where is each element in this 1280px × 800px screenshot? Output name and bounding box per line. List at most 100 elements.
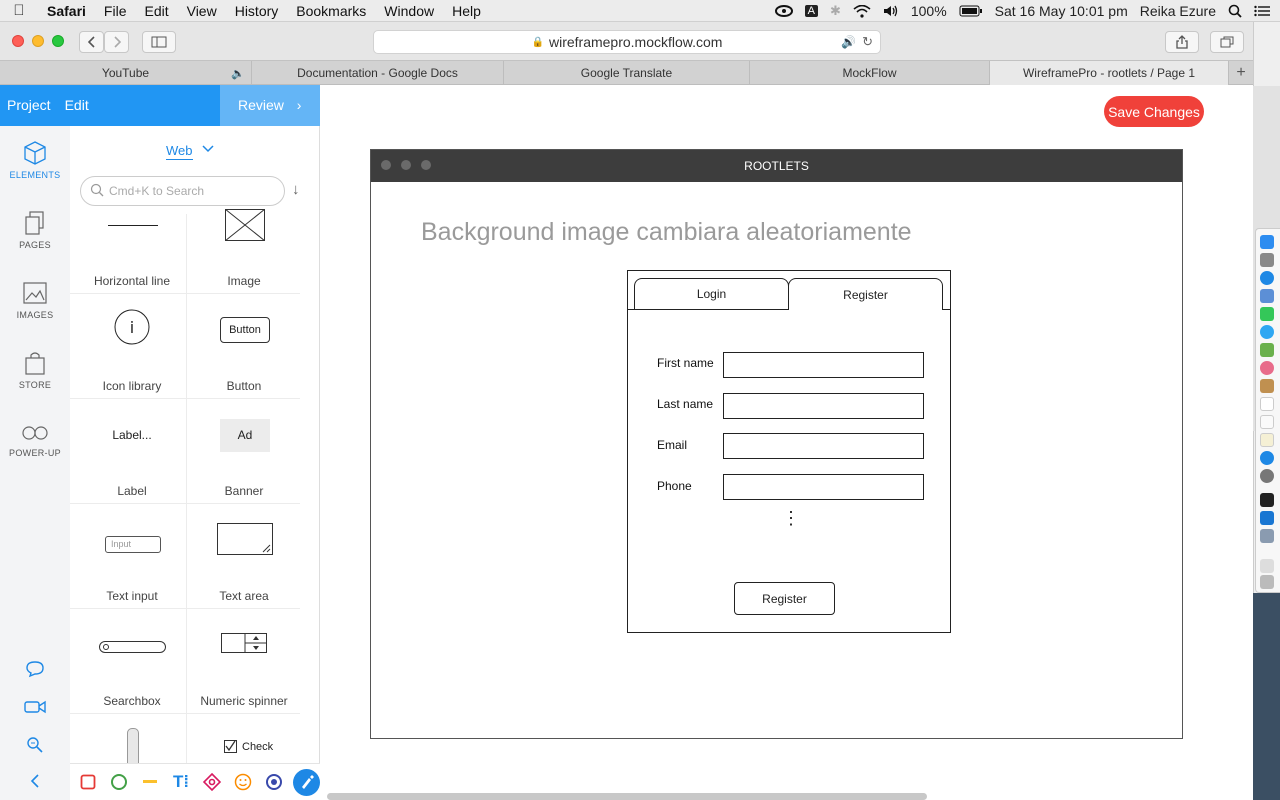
user-name[interactable]: Reika Ezure [1140, 3, 1216, 19]
pen-tool-icon[interactable] [293, 768, 320, 796]
line-tool-icon[interactable] [138, 770, 162, 794]
menu-view[interactable]: View [178, 3, 226, 19]
smiley-tool-icon[interactable] [231, 770, 255, 794]
phone-field[interactable] [723, 474, 924, 500]
wireframe-form-container[interactable]: Login Register First name Last name Emai… [627, 270, 951, 633]
element-banner[interactable]: Ad Banner [188, 398, 300, 503]
nav-pages[interactable]: PAGES [0, 210, 70, 250]
maps-icon[interactable] [1260, 343, 1274, 357]
first-name-field[interactable] [723, 352, 924, 378]
photos-icon[interactable] [1260, 361, 1274, 375]
finder-icon[interactable] [1260, 235, 1274, 249]
creative-cloud-icon[interactable] [774, 5, 793, 17]
safari-icon[interactable] [1260, 271, 1274, 285]
forward-button[interactable] [104, 31, 129, 53]
element-text-input[interactable]: Input Text input [76, 503, 188, 608]
menu-edit[interactable]: Edit [135, 3, 177, 19]
notification-center-icon[interactable] [1254, 5, 1270, 17]
new-tab-icon[interactable]: + [1229, 61, 1253, 84]
edit-menu[interactable]: Edit [58, 85, 96, 126]
nav-elements[interactable]: ELEMENTS [0, 140, 70, 180]
comment-icon[interactable] [24, 658, 46, 680]
share-button[interactable] [1165, 31, 1199, 53]
rectangle-tool-icon[interactable] [76, 770, 100, 794]
circle-tool-icon[interactable] [107, 770, 131, 794]
last-name-field[interactable] [723, 393, 924, 419]
nav-powerup[interactable]: POWER-UP [0, 422, 70, 458]
platform-select[interactable]: Web [166, 143, 193, 160]
show-tabs-button[interactable] [1210, 31, 1244, 53]
address-bar[interactable]: 🔒 wireframepro.mockflow.com 🔊 ↻ [373, 30, 881, 54]
register-button[interactable]: Register [734, 582, 835, 615]
menu-app-name[interactable]: Safari [38, 3, 95, 19]
wireframe-browser-window[interactable]: ROOTLETS Background image cambiara aleat… [370, 149, 1183, 739]
sidebar-toggle-button[interactable] [142, 31, 176, 53]
audio-playing-icon[interactable]: 🔊 [841, 35, 856, 49]
design-canvas[interactable]: Save Changes ROOTLETS Background image c… [320, 85, 1253, 800]
element-numeric-spinner[interactable]: Numeric spinner [188, 608, 300, 713]
reminders-icon[interactable] [1260, 415, 1274, 429]
project-menu[interactable]: Project [0, 85, 58, 126]
app-store-icon[interactable] [1260, 451, 1274, 465]
element-text-area[interactable]: Text area [188, 503, 300, 608]
back-button[interactable] [79, 31, 104, 53]
terminal-icon[interactable] [1260, 493, 1274, 507]
menu-bookmarks[interactable]: Bookmarks [287, 3, 375, 19]
mail-icon[interactable] [1260, 289, 1274, 303]
vscode-icon[interactable] [1260, 511, 1274, 525]
trash-icon[interactable] [1260, 575, 1274, 589]
text-tool-icon[interactable]: T⁞ [169, 770, 193, 794]
wifi-icon[interactable] [853, 4, 871, 18]
tab-login[interactable]: Login [634, 278, 789, 309]
sort-down-icon[interactable]: ↓ [292, 181, 300, 198]
notes-icon[interactable] [1260, 433, 1274, 447]
browser-tab-active[interactable]: WireframePro - rootlets / Page 1 [990, 61, 1229, 85]
save-changes-button[interactable]: Save Changes [1104, 96, 1204, 127]
element-button[interactable]: Button Button [188, 293, 300, 398]
wireframe-heading[interactable]: Background image cambiara aleatoriamente [421, 218, 912, 247]
review-button[interactable]: Review › [220, 85, 320, 126]
browser-tab[interactable]: Google Translate [504, 61, 750, 85]
email-field[interactable] [723, 433, 924, 459]
reload-icon[interactable]: ↻ [862, 34, 873, 50]
downloads-icon[interactable] [1260, 559, 1274, 573]
input-source-icon[interactable]: A [804, 5, 818, 17]
bluetooth-icon[interactable]: ✱ [830, 3, 841, 19]
tab-audio-icon[interactable]: 🔈 [231, 67, 245, 80]
messages-icon[interactable] [1260, 325, 1274, 339]
video-icon[interactable] [24, 696, 46, 718]
menu-file[interactable]: File [95, 3, 136, 19]
element-horizontal-line[interactable]: Horizontal line [76, 199, 188, 304]
minimize-window-icon[interactable] [32, 35, 44, 47]
menu-help[interactable]: Help [443, 3, 490, 19]
facetime-icon[interactable] [1260, 307, 1274, 321]
target-tool-icon[interactable] [262, 770, 286, 794]
close-window-icon[interactable] [12, 35, 24, 47]
chevron-down-icon[interactable] [202, 142, 214, 156]
maximize-window-icon[interactable] [52, 35, 64, 47]
element-icon-library[interactable]: i Icon library [76, 293, 188, 398]
clock[interactable]: Sat 16 May 10:01 pm [995, 3, 1128, 19]
browser-tab[interactable]: MockFlow [750, 61, 990, 85]
element-image[interactable]: Image [188, 199, 300, 304]
apple-menu-icon[interactable]:  [0, 2, 38, 19]
element-searchbox[interactable]: Searchbox [76, 608, 188, 713]
hotspot-tool-icon[interactable] [200, 770, 224, 794]
calendar-icon[interactable] [1260, 397, 1274, 411]
system-preferences-icon[interactable] [1260, 469, 1274, 483]
zoom-icon[interactable] [24, 734, 46, 756]
spotlight-search-icon[interactable] [1228, 4, 1242, 18]
volume-icon[interactable] [883, 5, 899, 17]
menu-window[interactable]: Window [375, 3, 443, 19]
nav-images[interactable]: IMAGES [0, 280, 70, 320]
browser-tab[interactable]: YouTube 🔈 [0, 61, 252, 85]
battery-icon[interactable] [959, 5, 983, 17]
canvas-horizontal-scrollbar[interactable] [327, 793, 927, 800]
nav-store[interactable]: STORE [0, 350, 70, 390]
tab-register[interactable]: Register [788, 278, 943, 310]
element-label-item[interactable]: Label... Label [76, 398, 188, 503]
menu-history[interactable]: History [226, 3, 288, 19]
contacts-icon[interactable] [1260, 379, 1274, 393]
preview-icon[interactable] [1260, 529, 1274, 543]
launchpad-icon[interactable] [1260, 253, 1274, 267]
